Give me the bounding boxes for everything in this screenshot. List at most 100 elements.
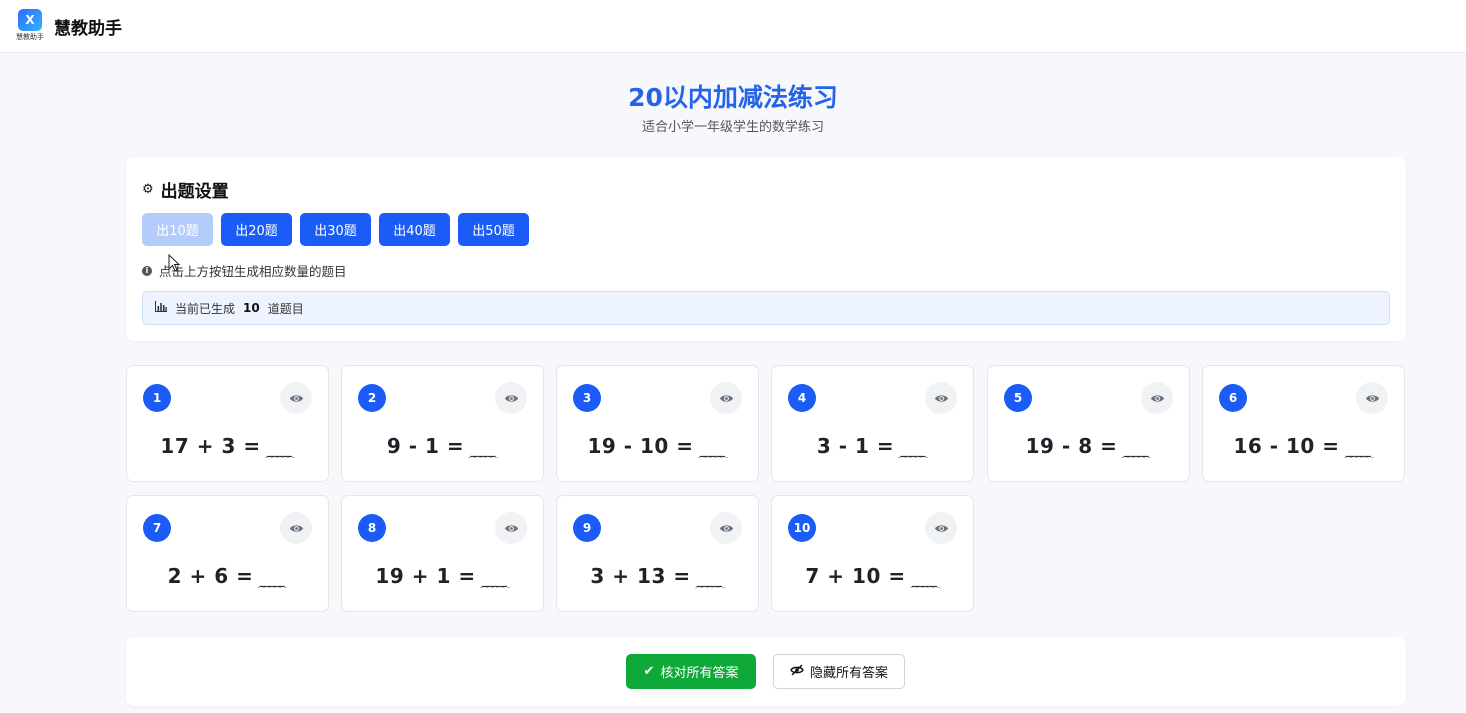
problem-card: 9 3 + 13 = ___ — [556, 495, 759, 612]
info-icon: i — [142, 265, 152, 276]
problem-card: 29 - 1 = ___ — [341, 365, 544, 482]
gear-icon: ⚙ — [142, 182, 154, 197]
problem-card: 1 17 + 3 = ___ — [126, 365, 329, 482]
problem-card: 10 7 + 10 = ___ — [771, 495, 974, 612]
answer-blank[interactable]: ___ — [257, 569, 288, 588]
show-answer-button[interactable] — [710, 512, 742, 544]
answer-blank[interactable]: ___ — [468, 439, 499, 458]
eye-icon — [719, 394, 733, 402]
expression-text: 3 - 1 = — [816, 434, 895, 458]
logo-caption: 慧教助手 — [16, 33, 44, 41]
status-count: 10 — [243, 301, 260, 315]
action-panel: ✔ 核对所有答案 隐藏所有答案 — [126, 637, 1406, 706]
problem-card: 43 - 1 = ___ — [771, 365, 974, 482]
problem-card: 8 19 + 1 = ___ — [341, 495, 544, 612]
generate-30-button[interactable]: 出30题 — [300, 213, 371, 246]
hide-all-label: 隐藏所有答案 — [809, 666, 888, 681]
show-answer-button[interactable] — [1141, 382, 1173, 414]
generate-20-button[interactable]: 出20题 — [221, 213, 292, 246]
problem-number: 10 — [788, 514, 816, 542]
show-answer-button[interactable] — [495, 382, 527, 414]
expression-text: 3 + 13 = — [590, 564, 691, 588]
problem-number: 8 — [358, 514, 386, 542]
eye-icon — [504, 524, 518, 532]
status-prefix: 当前已生成 — [175, 301, 236, 316]
app-name: 慧教助手 — [54, 19, 122, 39]
problem-expression: 17 + 3 = ___ — [127, 434, 328, 458]
settings-panel: ⚙ 出题设置 出10题 出20题 出30题 出40题 出50题 i 点击上方按钮… — [126, 157, 1406, 341]
check-all-label: 核对所有答案 — [660, 666, 739, 681]
problem-card: 7 2 + 6 = ___ — [126, 495, 329, 612]
show-answer-button[interactable] — [925, 382, 957, 414]
problem-expression: 9 - 1 = ___ — [342, 434, 543, 458]
expression-text: 9 - 1 = — [386, 434, 465, 458]
expression-text: 19 - 10 = — [587, 434, 694, 458]
bar-chart-icon — [155, 301, 167, 315]
generate-button-group: 出10题 出20题 出30题 出40题 出50题 — [142, 213, 529, 246]
status-bar: 当前已生成 10 道题目 — [142, 291, 1390, 325]
problem-expression: 16 - 10 = ___ — [1203, 434, 1404, 458]
expression-text: 16 - 10 = — [1233, 434, 1340, 458]
problem-number: 1 — [143, 384, 171, 412]
answer-blank[interactable]: ___ — [697, 439, 728, 458]
problem-number: 4 — [788, 384, 816, 412]
expression-text: 7 + 10 = — [805, 564, 906, 588]
problem-number: 5 — [1004, 384, 1032, 412]
show-answer-button[interactable] — [280, 382, 312, 414]
problem-number: 3 — [573, 384, 601, 412]
problem-expression: 3 - 1 = ___ — [772, 434, 973, 458]
mouse-cursor-icon — [168, 254, 180, 272]
eye-icon — [719, 524, 733, 532]
check-all-button[interactable]: ✔ 核对所有答案 — [626, 654, 756, 689]
problem-expression: 19 - 10 = ___ — [557, 434, 758, 458]
app-logo[interactable]: X 慧教助手 — [16, 9, 44, 42]
problem-expression: 19 + 1 = ___ — [342, 564, 543, 588]
show-answer-button[interactable] — [710, 382, 742, 414]
hint-label: 点击上方按钮生成相应数量的题目 — [159, 264, 347, 279]
show-answer-button[interactable] — [280, 512, 312, 544]
top-bar: X 慧教助手 慧教助手 — [0, 0, 1466, 53]
problem-expression: 7 + 10 = ___ — [772, 564, 973, 588]
eye-icon — [1150, 394, 1164, 402]
expression-text: 19 - 8 = — [1025, 434, 1118, 458]
problem-number: 6 — [1219, 384, 1247, 412]
answer-blank[interactable]: ___ — [694, 569, 725, 588]
page-title: 20以内加减法练习 — [628, 83, 838, 112]
settings-title: 出题设置 — [160, 182, 229, 202]
eye-icon — [504, 394, 518, 402]
problem-number: 2 — [358, 384, 386, 412]
answer-blank[interactable]: ___ — [1343, 439, 1374, 458]
show-answer-button[interactable] — [925, 512, 957, 544]
eye-icon — [289, 394, 303, 402]
problem-expression: 19 - 8 = ___ — [988, 434, 1189, 458]
settings-heading: ⚙ 出题设置 — [142, 177, 229, 202]
logo-icon: X — [18, 9, 42, 31]
generate-40-button[interactable]: 出40题 — [379, 213, 450, 246]
problem-expression: 2 + 6 = ___ — [127, 564, 328, 588]
show-answer-button[interactable] — [1356, 382, 1388, 414]
eye-icon — [934, 524, 948, 532]
problem-expression: 3 + 13 = ___ — [557, 564, 758, 588]
eye-slash-icon — [790, 664, 804, 680]
show-answer-button[interactable] — [495, 512, 527, 544]
hide-all-button[interactable]: 隐藏所有答案 — [773, 654, 905, 689]
expression-text: 2 + 6 = — [167, 564, 254, 588]
answer-blank[interactable]: ___ — [909, 569, 940, 588]
answer-blank[interactable]: ___ — [264, 439, 295, 458]
problem-card: 5 19 - 8 = ___ — [987, 365, 1190, 482]
eye-icon — [1365, 394, 1379, 402]
generate-10-button[interactable]: 出10题 — [142, 213, 213, 246]
page-subtitle: 适合小学一年级学生的数学练习 — [641, 120, 824, 135]
answer-blank[interactable]: ___ — [479, 569, 510, 588]
problem-number: 9 — [573, 514, 601, 542]
problem-card: 3 19 - 10 = ___ — [556, 365, 759, 482]
expression-text: 17 + 3 = — [160, 434, 261, 458]
problem-number: 7 — [143, 514, 171, 542]
answer-blank[interactable]: ___ — [1121, 439, 1152, 458]
eye-icon — [934, 394, 948, 402]
expression-text: 19 + 1 = — [375, 564, 476, 588]
answer-blank[interactable]: ___ — [898, 439, 929, 458]
check-icon: ✔ — [643, 664, 655, 679]
generate-50-button[interactable]: 出50题 — [458, 213, 529, 246]
eye-icon — [289, 524, 303, 532]
